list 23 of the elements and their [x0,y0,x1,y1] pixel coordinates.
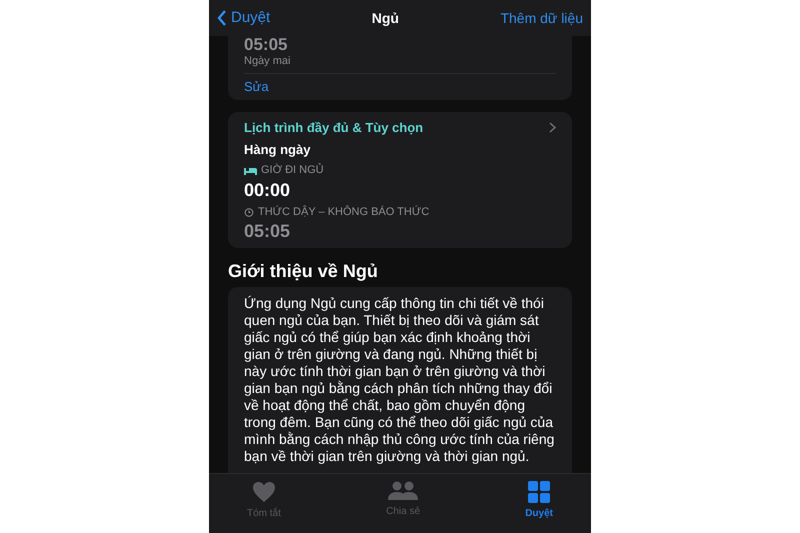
bed-icon [244,166,257,175]
add-data-link[interactable]: Thêm dữ liệu [500,8,583,28]
tab-bar-item[interactable]: Duyệt [525,481,553,533]
repeat-label: Hàng ngày [244,140,312,159]
bedtime-value: 00:00 [244,178,292,200]
heart-icon [250,481,277,503]
wake-value: 05:05 [244,220,292,242]
people-icon [387,481,420,501]
grid-icon [528,481,550,503]
chevron-right-icon [549,122,556,134]
back-button[interactable]: Duyệt [217,6,270,30]
nav-title: Ngủ [372,8,399,28]
day-label: Ngày mai [244,55,292,69]
about-paragraph: Ứng dụng Ngủ cung cấp thông tin chi tiết về thói quen ngủ của bạn. Thiết bị theo dõi và giám sát giấc ngủ có thể giúp bạn xác định khoảng thời gian ở trên giường và đang ngủ. Những thiết bị này ước tính thời gian bạn ở trên giường và thời gian bạn ngủ bằng cách phân tích những thay đổi về hoạt động thể chất, bao gồm chuyển động trong đêm. Bạn cũng có thể theo dõi giấc ngủ của mình bằng cách nhập thủ công ước tính của riêng bạn về thời gian trên giường và thời gian ngủ. [244,295,556,465]
alarm-time: 05:05 [244,36,288,53]
wake-label: THỨC DẬY – KHÔNG BÁO THỨC [258,204,430,220]
schedule-title: Lịch trình đầy đủ & Tùy chọn [244,119,424,137]
bedtime-label: GIỜ ĐI NGỦ [261,162,324,178]
schedule-card[interactable]: Lịch trình đầy đủ & Tùy chọn Hàng ngày GIỜ ĐI NGỦ 00:00 THỨC DẬY – KHÔNG BÁO THỨC 05:05 [228,112,572,248]
alarm-clock-icon [244,206,254,217]
section-heading: Giới thiệu về Ngủ [228,260,379,282]
chevron-left-icon [217,10,227,26]
edit-link[interactable]: Sửa [244,74,556,100]
